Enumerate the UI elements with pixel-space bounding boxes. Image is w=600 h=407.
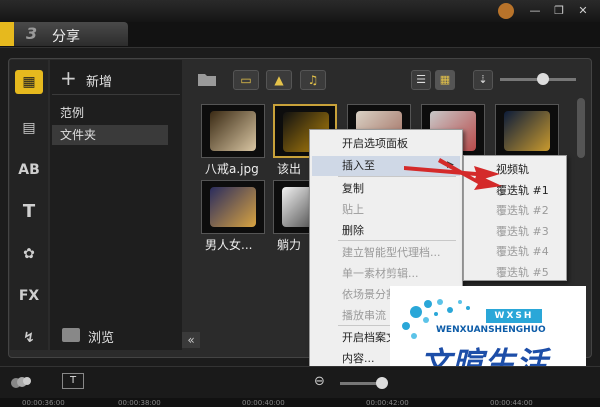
ruler-tick: 00:00:40:00 xyxy=(242,399,285,407)
title-track-icon[interactable]: T xyxy=(62,373,84,389)
zoom-slider-knob[interactable] xyxy=(376,377,388,389)
app-logo-icon xyxy=(498,3,514,19)
media-library-icon[interactable]: ▦ xyxy=(15,70,43,94)
transition-icon[interactable]: ▤ xyxy=(15,116,43,140)
title-ab-icon[interactable]: AB xyxy=(15,158,43,182)
media-thumbnail[interactable] xyxy=(201,180,265,234)
browse-label: 浏览 xyxy=(88,331,115,346)
divider xyxy=(52,94,180,95)
close-button[interactable]: ✕ xyxy=(576,4,590,18)
track-manager-icon[interactable] xyxy=(10,374,32,388)
library-scrollbar[interactable] xyxy=(577,98,585,158)
thumbnail-label: 八戒a.jpg xyxy=(205,162,259,176)
collapse-panel-button[interactable]: « xyxy=(182,332,200,348)
ruler-tick: 00:00:42:00 xyxy=(366,399,409,407)
restore-button[interactable]: ❐ xyxy=(552,4,566,18)
browse-icon xyxy=(62,328,80,342)
context-menu-item[interactable]: 删除 xyxy=(312,221,460,241)
context-menu-item[interactable]: 建立智能型代理档... xyxy=(312,243,460,263)
submenu-item[interactable]: 覆迭轨 #5 xyxy=(466,263,564,283)
thumbnail-label: 该出 xyxy=(277,162,302,176)
path-icon[interactable]: ↯ xyxy=(15,326,43,350)
ruler-tick: 00:00:38:00 xyxy=(118,399,161,407)
zoom-out-icon[interactable]: ⊖ xyxy=(314,374,325,389)
thumbnail-label: 男人女... xyxy=(205,238,253,252)
tab-accent-bar xyxy=(0,22,14,46)
media-thumbnail[interactable] xyxy=(201,104,265,158)
folder-icon[interactable] xyxy=(197,71,217,87)
graphics-icon[interactable]: ✿ xyxy=(15,242,43,266)
add-folder-label: 新增 xyxy=(86,75,113,90)
thumbnail-label: 躺力 xyxy=(277,238,302,252)
plus-icon: + xyxy=(60,66,77,90)
sort-icon[interactable]: ⇣ xyxy=(473,70,493,90)
menu-separator xyxy=(338,240,456,241)
watermark-tag: WXSH xyxy=(486,309,542,323)
submenu-item[interactable]: 覆迭轨 #4 xyxy=(466,242,564,262)
tab-share-label: 分享 xyxy=(52,29,80,45)
submenu-item[interactable]: 覆迭轨 #3 xyxy=(466,222,564,242)
ruler-tick: 00:00:36:00 xyxy=(22,399,65,407)
audio-filter-icon[interactable]: ♫ xyxy=(300,70,326,90)
ruler-tick: 00:00:44:00 xyxy=(490,399,533,407)
watermark-subtitle: WENXUANSHENGHUO xyxy=(436,325,546,335)
thumbnail-image xyxy=(210,187,256,227)
minimize-button[interactable]: — xyxy=(528,4,542,18)
context-menu-item[interactable]: 单一素材剪辑... xyxy=(312,264,460,284)
thumbnail-image xyxy=(504,111,550,151)
text-icon[interactable]: T xyxy=(15,200,43,224)
slider-knob[interactable] xyxy=(537,73,549,85)
annotation-arrows-icon xyxy=(400,150,510,210)
tab-step-number: 3 xyxy=(26,24,38,43)
folder-item-folder[interactable]: 文件夹 xyxy=(52,125,168,145)
image-filter-icon[interactable]: ▲ xyxy=(266,70,292,90)
thumbnail-image xyxy=(210,111,256,151)
list-view-icon[interactable]: ☰ xyxy=(411,70,431,90)
video-filter-icon[interactable]: ▭ xyxy=(233,70,259,90)
folder-item-examples[interactable]: 范例 xyxy=(52,103,168,123)
thumbnail-view-icon[interactable]: ▦ xyxy=(435,70,455,90)
fx-filter-icon[interactable]: FX xyxy=(15,284,43,308)
